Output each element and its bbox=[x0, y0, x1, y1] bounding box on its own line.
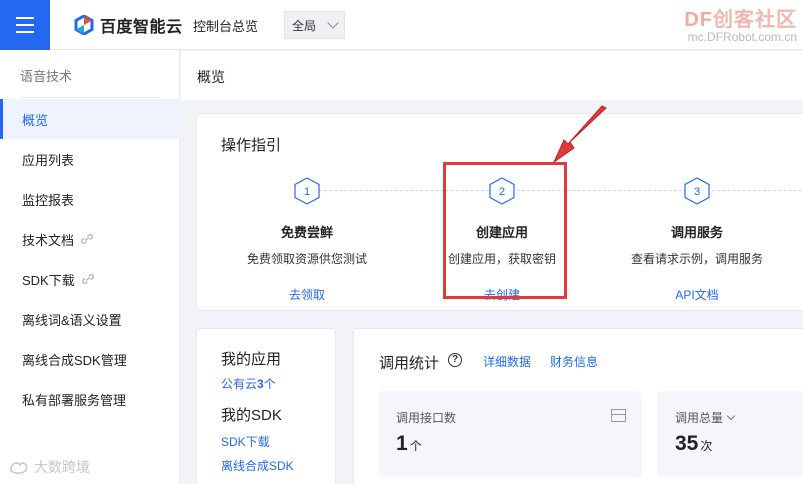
bottom-watermark: 大数跨境 bbox=[8, 457, 90, 477]
sidebar-item-offline-words[interactable]: 离线词&语义设置 bbox=[0, 299, 180, 339]
watermark-logo-icon bbox=[10, 462, 28, 474]
region-value: 全局 bbox=[292, 18, 317, 33]
step-description: 免费领取资源供您测试 bbox=[246, 252, 367, 266]
step-title: 调用服务 bbox=[670, 225, 723, 240]
call-statistics-card: 调用统计 ? 详细数据 财务信息 调用接口数 1个 调用总量 35 次 bbox=[353, 328, 803, 484]
chevron-down-icon bbox=[726, 411, 736, 421]
region-select[interactable]: 全局 bbox=[284, 11, 345, 39]
external-link-icon bbox=[81, 234, 93, 244]
watermark-brand: DF创客社区 bbox=[684, 9, 797, 31]
step-hexagon-icon: 3 bbox=[684, 177, 710, 205]
sdk-download-link[interactable]: SDK下载 bbox=[221, 433, 270, 450]
menu-icon-line bbox=[16, 24, 34, 26]
page-title: 概览 bbox=[197, 69, 225, 85]
offline-sdk-link[interactable]: 离线合成SDK bbox=[221, 457, 294, 474]
sidebar-heading: 语音技术 bbox=[20, 69, 73, 84]
sidebar-item-monitor-report[interactable]: 监控报表 bbox=[0, 179, 180, 219]
my-apps-heading: 我的应用 bbox=[221, 351, 282, 368]
finance-info-link[interactable]: 财务信息 bbox=[550, 353, 598, 370]
svg-text:3: 3 bbox=[694, 186, 700, 198]
watermark-url: mc.DFRobot.com.cn bbox=[687, 30, 797, 44]
public-cloud-apps-link[interactable]: 公有云3个 bbox=[221, 375, 276, 392]
menu-icon-line bbox=[16, 17, 34, 19]
breadcrumb: 概览 bbox=[181, 51, 803, 100]
sidebar-item-overview[interactable]: 概览 bbox=[0, 99, 180, 139]
sidebar-item-sdk-download[interactable]: SDK下载 bbox=[0, 259, 180, 299]
stat-api-count: 调用接口数 1个 bbox=[378, 391, 642, 477]
guide-step-1: 1 免费尝鲜 免费领取资源供您测试 去领取 bbox=[207, 177, 407, 303]
annotation-arrow-icon bbox=[552, 105, 607, 164]
sidebar: 语音技术 概览 应用列表 监控报表 技术文档 SDK下载 离线词&语义设置 离线… bbox=[0, 50, 180, 484]
guide-title: 操作指引 bbox=[221, 137, 282, 154]
sidebar-divider bbox=[20, 97, 160, 98]
stat-total-calls: 调用总量 35 次 bbox=[657, 391, 803, 477]
claim-free-link[interactable]: 去领取 bbox=[207, 286, 407, 303]
guide-step-3: 3 调用服务 查看请求示例，调用服务 API文档 bbox=[597, 177, 797, 303]
detail-data-link[interactable]: 详细数据 bbox=[483, 353, 531, 370]
step-hexagon-icon: 1 bbox=[294, 177, 320, 205]
api-docs-link[interactable]: API文档 bbox=[597, 286, 797, 303]
table-icon[interactable] bbox=[611, 409, 626, 422]
annotation-highlight-box bbox=[443, 162, 567, 299]
sidebar-item-offline-sdk[interactable]: 离线合成SDK管理 bbox=[0, 339, 180, 379]
svg-text:1: 1 bbox=[304, 186, 310, 198]
step-title: 免费尝鲜 bbox=[280, 225, 333, 240]
menu-button[interactable] bbox=[0, 0, 50, 50]
brand-logo[interactable]: 百度智能云 bbox=[74, 13, 183, 37]
step-description: 查看请求示例，调用服务 bbox=[630, 252, 763, 266]
my-apps-card: 我的应用 公有云3个 我的SDK SDK下载 离线合成SDK bbox=[196, 328, 336, 484]
brand-name: 百度智能云 bbox=[100, 19, 183, 36]
baidu-cloud-logo-icon bbox=[74, 15, 94, 35]
top-bar: 百度智能云 控制台总览 全局 DF创客社区 mc.DFRobot.com.cn bbox=[0, 0, 803, 50]
stats-title: 调用统计 bbox=[379, 355, 440, 372]
sidebar-item-app-list[interactable]: 应用列表 bbox=[0, 139, 180, 179]
help-icon[interactable]: ? bbox=[448, 353, 462, 367]
sidebar-item-tech-docs[interactable]: 技术文档 bbox=[0, 219, 180, 259]
sidebar-item-private-deploy[interactable]: 私有部署服务管理 bbox=[0, 379, 180, 419]
chevron-down-icon bbox=[327, 17, 339, 29]
external-link-icon bbox=[81, 274, 94, 284]
menu-icon-line bbox=[16, 31, 34, 33]
console-overview-link[interactable]: 控制台总览 bbox=[193, 16, 258, 35]
my-sdk-heading: 我的SDK bbox=[221, 407, 282, 424]
